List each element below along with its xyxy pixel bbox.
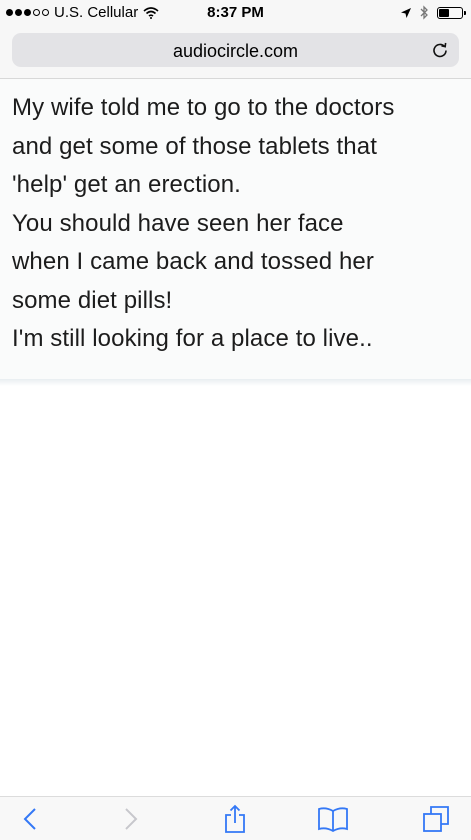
chevron-right-icon [125, 808, 138, 830]
book-icon [318, 807, 348, 832]
joke-line: some diet pills! [12, 286, 173, 314]
back-button[interactable] [14, 803, 46, 835]
battery-level-fill [439, 8, 449, 17]
chevron-left-icon [23, 808, 36, 830]
status-right [400, 5, 466, 20]
address-field[interactable]: audiocircle.com [12, 33, 459, 67]
joke-line: 'help' get an erection. [12, 171, 241, 198]
share-button[interactable] [219, 803, 251, 835]
image-bottom-edge [0, 379, 471, 386]
joke-line: when I came back and tossed her [12, 248, 374, 275]
joke-line: and get some of those tablets that [12, 132, 377, 160]
forward-button[interactable] [115, 803, 147, 835]
reload-icon[interactable] [431, 41, 449, 59]
joke-line: You should have seen her face [12, 209, 344, 237]
browser-toolbar [0, 796, 471, 840]
bookmarks-button[interactable] [317, 803, 349, 835]
url-text[interactable]: audiocircle.com [12, 41, 459, 62]
page-content: My wife told me to go to the doctors and… [0, 79, 471, 384]
tabs-icon [423, 806, 449, 832]
location-arrow-icon [401, 7, 411, 18]
browser-screen: U.S. Cellular 8:37 PM audiocircle.com My… [0, 0, 471, 840]
joke-text-image: My wife told me to go to the doctors and… [12, 89, 467, 359]
joke-line: My wife told me to go to the doctors [12, 94, 395, 121]
share-icon [225, 804, 245, 833]
status-bar: U.S. Cellular 8:37 PM [0, 0, 471, 26]
browser-navigation-bar: audiocircle.com [0, 26, 471, 79]
joke-line: I'm still looking for a place to live.. [12, 325, 373, 352]
battery-icon [437, 6, 466, 19]
tabs-button[interactable] [420, 803, 452, 835]
bluetooth-icon [420, 5, 428, 20]
